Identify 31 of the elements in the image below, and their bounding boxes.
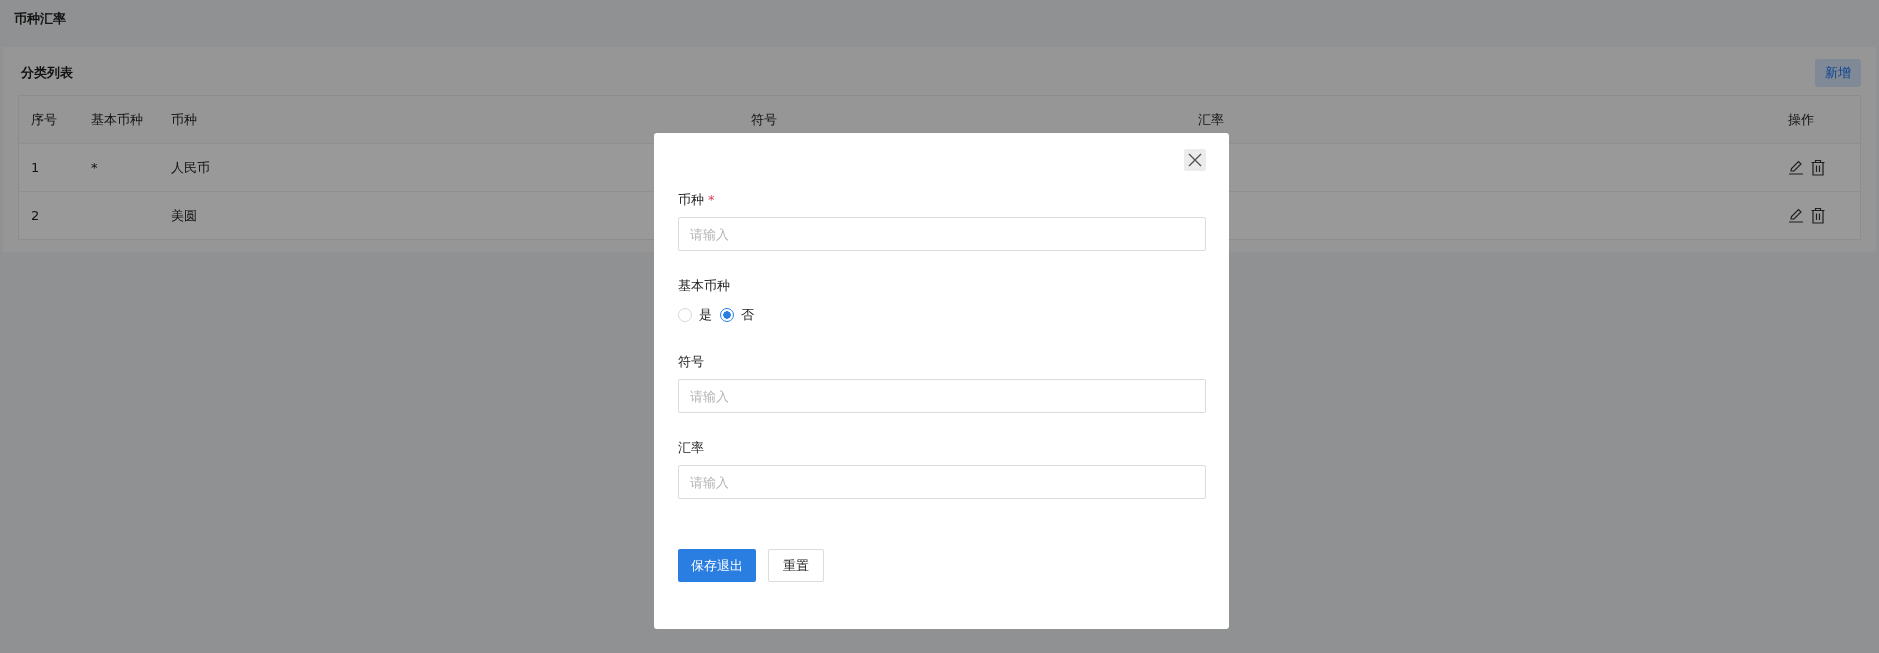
- column-header: 操作: [1787, 110, 1815, 129]
- radio-button[interactable]: [720, 308, 734, 322]
- column-header: 汇率: [1197, 110, 1225, 129]
- table-cell-text: 1: [30, 160, 41, 175]
- table-cell-text: 2: [30, 208, 41, 223]
- table-cell: *: [91, 160, 98, 175]
- column-header: 符号: [750, 110, 778, 129]
- edit-icon[interactable]: [1788, 207, 1804, 223]
- field-label: 币种: [678, 192, 704, 207]
- required-mark: *: [708, 192, 715, 207]
- edit-icon[interactable]: [1788, 159, 1804, 175]
- input-field[interactable]: 请输入: [678, 217, 1206, 251]
- input-field[interactable]: 请输入: [678, 465, 1206, 499]
- field-label: 符号: [678, 354, 704, 369]
- radio-label: 是: [699, 306, 712, 324]
- delete-icon[interactable]: [1810, 159, 1826, 176]
- input-field[interactable]: 请输入: [678, 379, 1206, 413]
- radio-label: 否: [741, 306, 754, 324]
- delete-icon[interactable]: [1810, 207, 1826, 224]
- column-header: 基本币种: [90, 110, 144, 129]
- column-header: 序号: [30, 110, 58, 129]
- reset-button[interactable]: 重置: [768, 549, 824, 582]
- field-label: 汇率: [678, 440, 704, 455]
- table-cell-text: 美圆: [170, 206, 198, 225]
- page-title: 币种汇率: [13, 10, 67, 28]
- panel-title: 分类列表: [20, 64, 73, 82]
- add-button[interactable]: 新增: [1815, 59, 1861, 87]
- save-button[interactable]: 保存退出: [678, 549, 756, 582]
- column-header: 币种: [170, 110, 198, 129]
- table-cell-text: 人民币: [170, 158, 211, 177]
- field-label: 基本币种: [678, 278, 730, 293]
